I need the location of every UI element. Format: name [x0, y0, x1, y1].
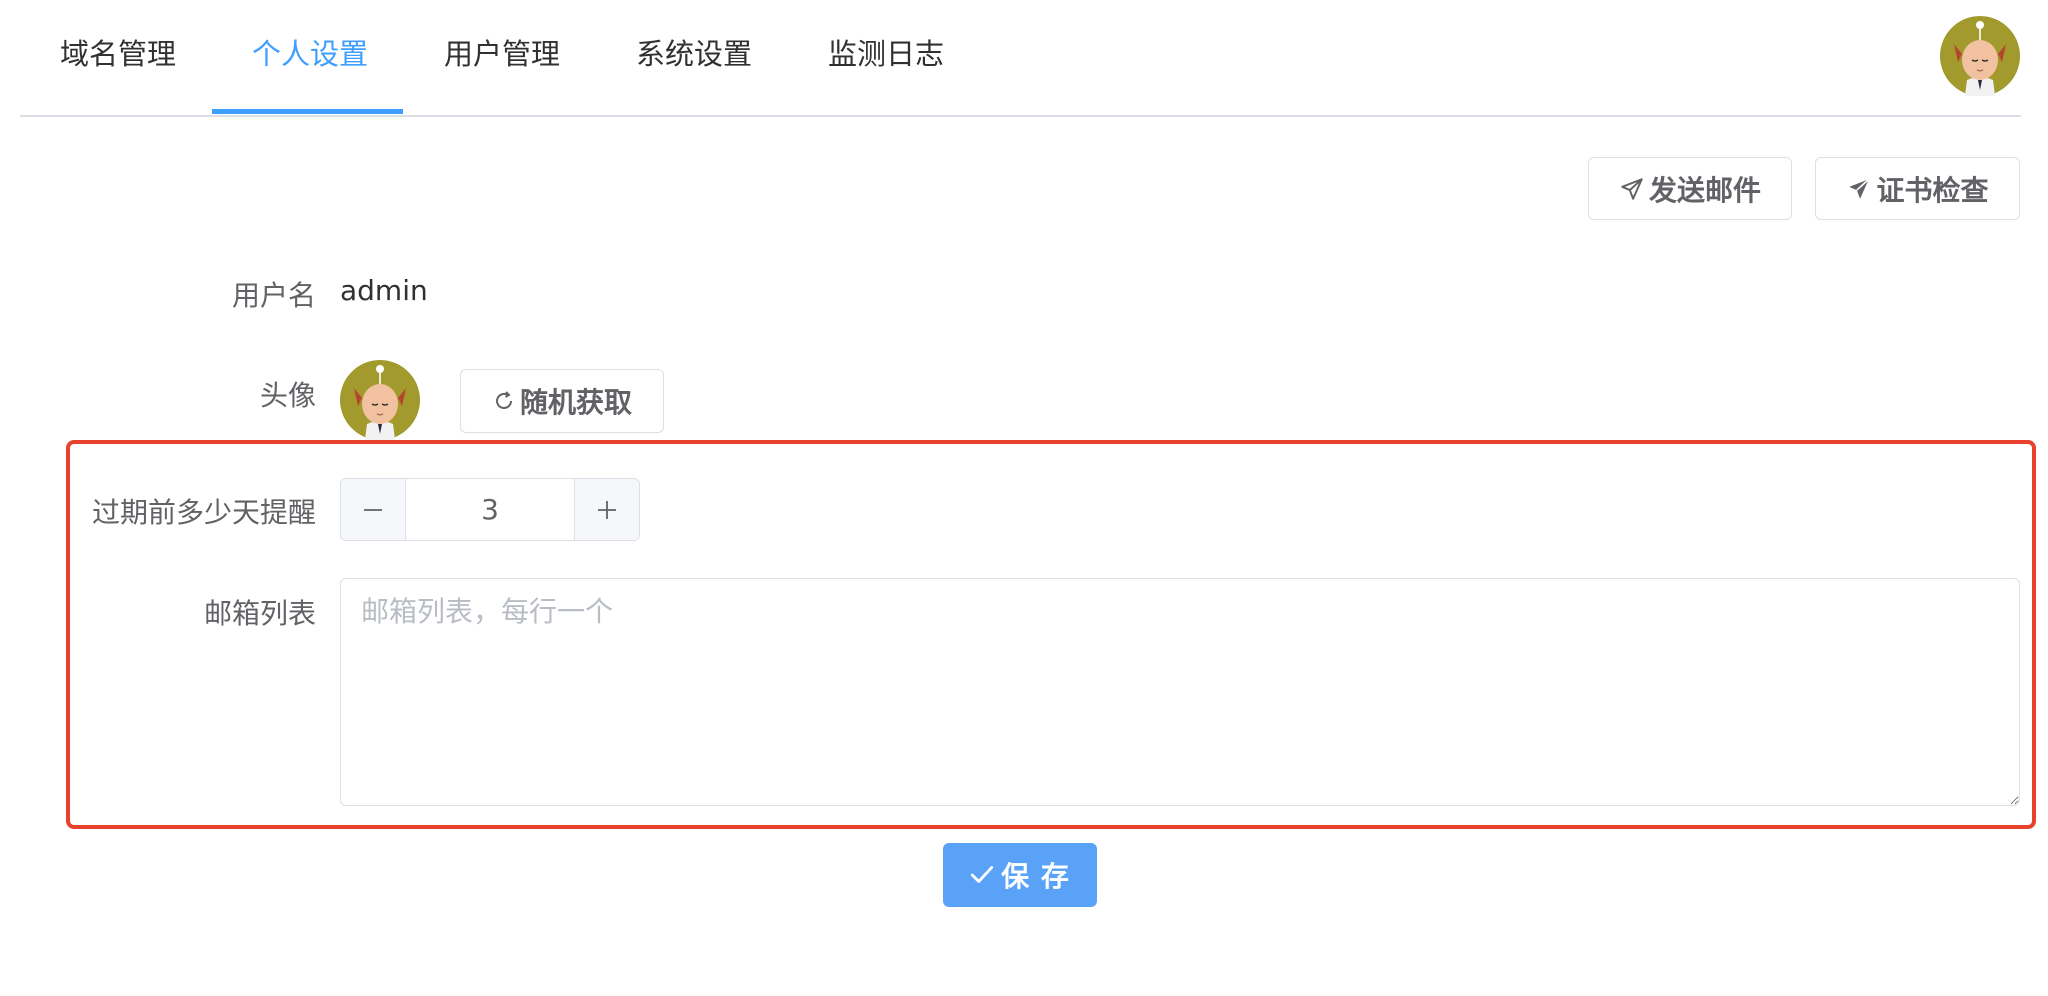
- username-value: admin: [340, 274, 428, 307]
- tab-system-settings[interactable]: 系统设置: [636, 0, 752, 115]
- top-nav: 域名管理 个人设置 用户管理 系统设置 监测日志: [20, 0, 2021, 117]
- username-label: 用户名: [231, 279, 316, 312]
- reminder-days-label: 过期前多少天提醒: [91, 496, 316, 529]
- avatar-label: 头像: [259, 379, 316, 412]
- send-mail-button[interactable]: 发送邮件: [1588, 157, 1792, 220]
- tab-monitor-logs[interactable]: 监测日志: [828, 0, 944, 115]
- refresh-icon: [496, 391, 512, 409]
- save-button[interactable]: 保 存: [943, 843, 1097, 907]
- email-list-textarea[interactable]: [340, 578, 2020, 806]
- reminder-days-input[interactable]: [406, 479, 574, 540]
- tab-user-management[interactable]: 用户管理: [444, 0, 560, 115]
- cert-check-label: 证书检查: [1876, 173, 1989, 207]
- paper-plane-outline-icon: [1621, 177, 1643, 200]
- user-avatar-icon[interactable]: [1940, 16, 2020, 96]
- increment-button[interactable]: [574, 479, 639, 540]
- email-list-label: 邮箱列表: [203, 597, 316, 630]
- save-label: 保 存: [1001, 861, 1071, 892]
- check-icon: [970, 866, 994, 883]
- random-avatar-label: 随机获取: [519, 386, 632, 419]
- send-mail-label: 发送邮件: [1648, 173, 1761, 207]
- paper-plane-filled-icon: [1849, 178, 1870, 199]
- tab-domain-management[interactable]: 域名管理: [60, 0, 176, 115]
- avatar: [340, 360, 420, 440]
- decrement-button[interactable]: [341, 479, 406, 540]
- tab-personal-settings[interactable]: 个人设置: [252, 0, 368, 115]
- cert-check-button[interactable]: 证书检查: [1815, 157, 2020, 220]
- minus-icon: [364, 508, 382, 511]
- reminder-days-stepper: [340, 478, 640, 541]
- active-tab-indicator: [212, 109, 403, 114]
- random-avatar-button[interactable]: 随机获取: [460, 369, 664, 433]
- plus-icon: [598, 500, 616, 519]
